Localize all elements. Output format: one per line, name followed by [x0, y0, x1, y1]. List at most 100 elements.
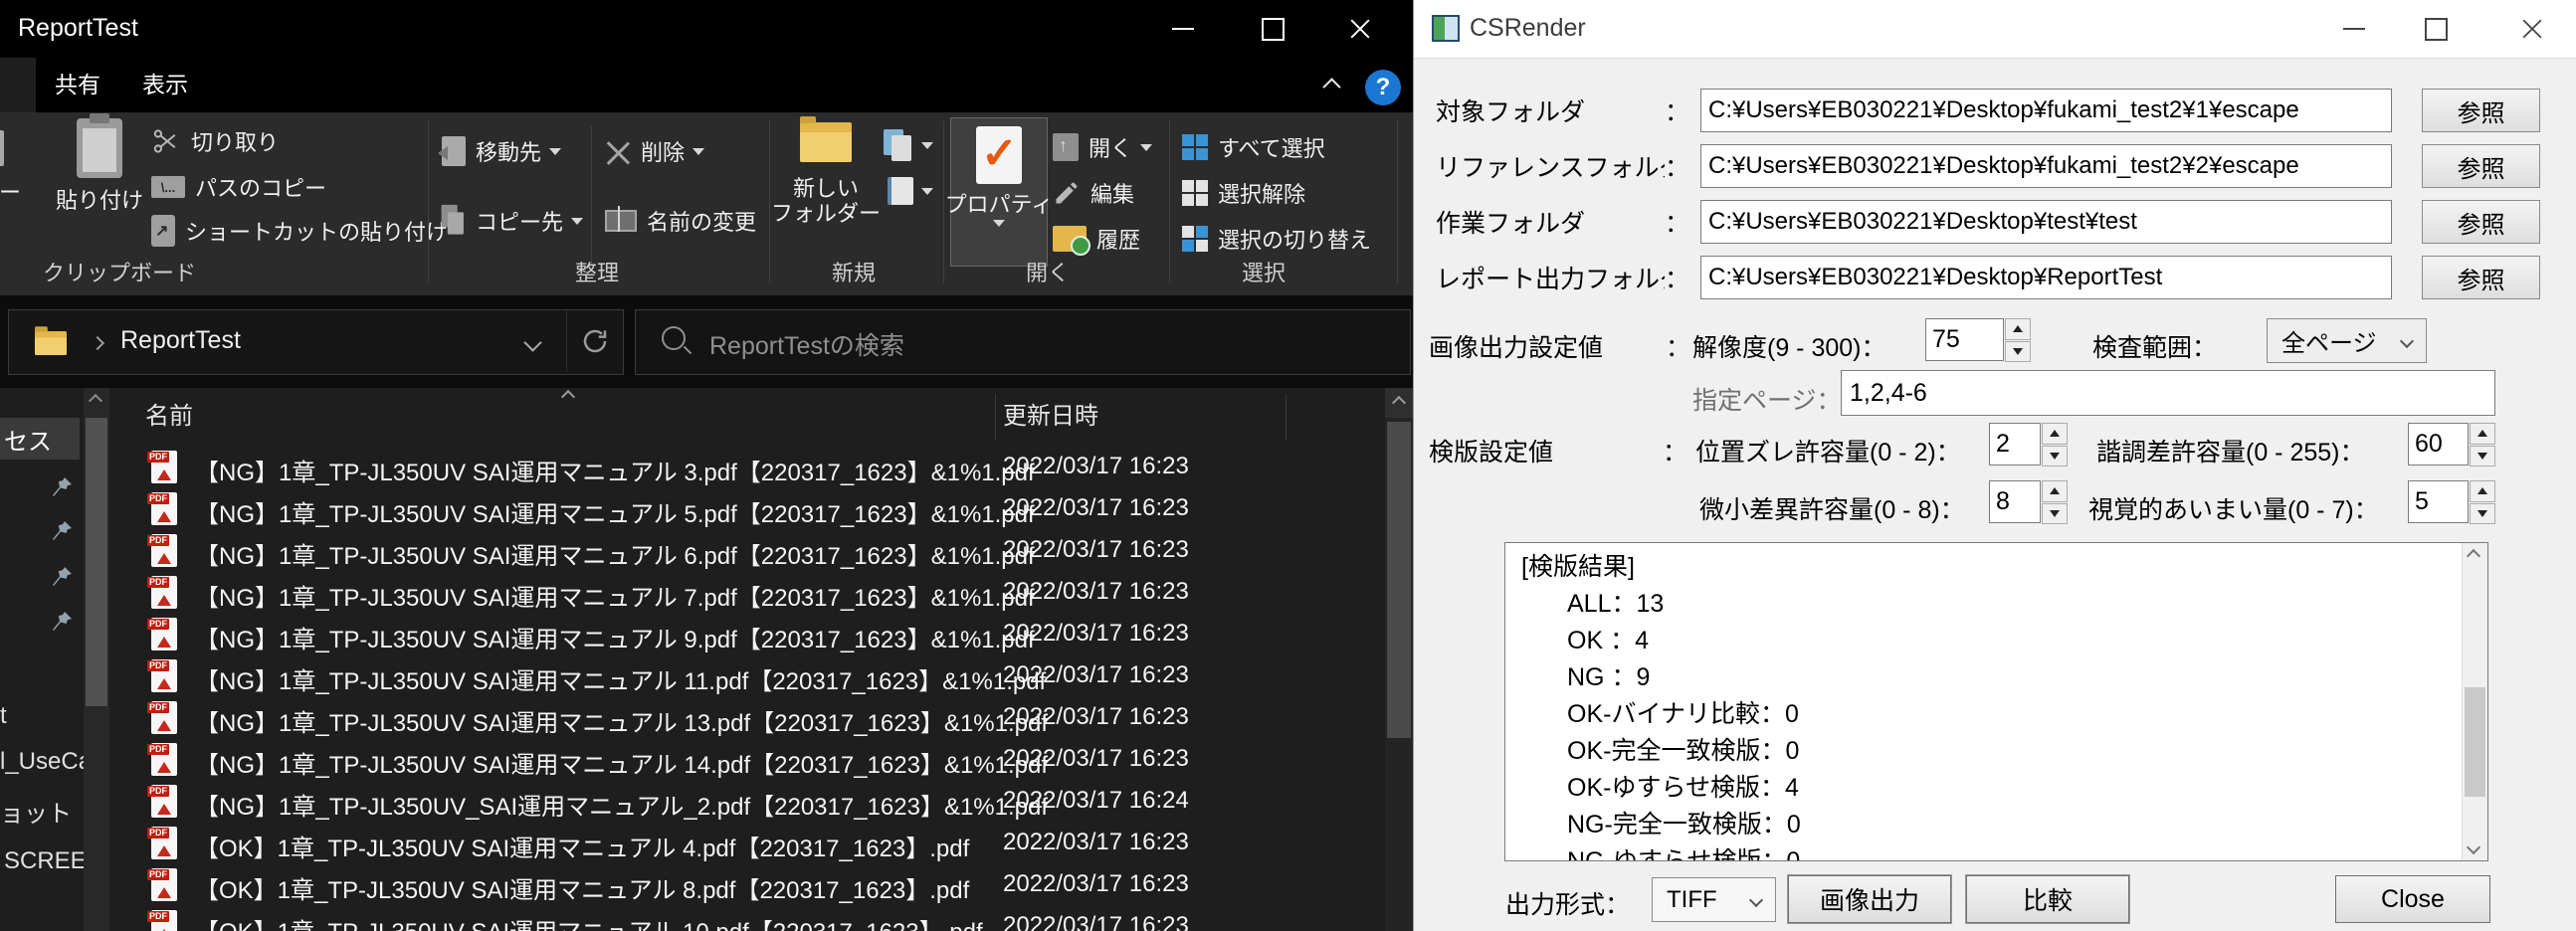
file-list-scrollbar[interactable]	[1385, 388, 1413, 931]
screen: ReportTest 共有 表示 ? コピー 貼り付け	[0, 0, 2576, 931]
tab-share[interactable]: 共有	[34, 58, 121, 112]
scroll-up-button[interactable]	[1385, 388, 1413, 418]
spin-up-button[interactable]	[2470, 423, 2495, 445]
spin-up-button[interactable]	[2042, 480, 2068, 502]
delete-button[interactable]: 削除	[605, 134, 704, 168]
column-separator[interactable]	[1286, 394, 1287, 440]
spin-up-button[interactable]	[2042, 423, 2068, 445]
browse-button[interactable]: 参照	[2422, 256, 2540, 299]
new-folder-button[interactable]: 新しい フォルダー	[774, 122, 878, 268]
dropdown-arrow-icon	[1140, 144, 1152, 151]
micro-diff-tolerance-input[interactable]	[1989, 480, 2041, 523]
browse-button[interactable]: 参照	[2422, 89, 2540, 132]
minimize-button[interactable]	[1144, 0, 1222, 58]
spin-up-button[interactable]	[2470, 480, 2495, 502]
file-name: 【OK】1章_TP-JL350UV SAI運用マニュアル 4.pdf【22031…	[195, 829, 969, 863]
history-button[interactable]: 履歴	[1053, 222, 1140, 256]
move-to-icon	[442, 136, 466, 166]
address-bar[interactable]: ReportTest	[8, 309, 624, 375]
minimize-button[interactable]	[2314, 0, 2394, 58]
compare-button[interactable]: 比較	[1966, 875, 2129, 923]
format-dropdown[interactable]: TIFF	[1652, 877, 1776, 922]
file-row[interactable]: 【NG】1章_TP-JL350UV SAI運用マニュアル 9.pdf【22031…	[0, 613, 1383, 654]
dropdown-arrow-icon	[993, 220, 1005, 227]
address-dropdown-icon[interactable]	[523, 333, 541, 351]
spin-down-button[interactable]	[2005, 341, 2031, 363]
maximize-button[interactable]	[1234, 0, 1311, 58]
edit-button[interactable]: 編集	[1053, 176, 1134, 210]
results-scrollbar[interactable]	[2462, 543, 2487, 860]
pdf-file-icon	[151, 659, 177, 692]
file-row[interactable]: 【NG】1章_TP-JL350UV SAI運用マニュアル 14.pdf【2203…	[0, 738, 1383, 780]
file-row[interactable]: 【OK】1章_TP-JL350UV SAI運用マニュアル 8.pdf【22031…	[0, 863, 1383, 905]
position-tolerance-input[interactable]	[1989, 423, 2041, 466]
colon: ：	[1663, 433, 1687, 468]
open-button[interactable]: 開く	[1053, 130, 1152, 164]
file-row[interactable]: 【NG】1章_TP-JL350UV SAI運用マニュアル 11.pdf【2203…	[0, 654, 1383, 696]
spin-down-button[interactable]	[2042, 503, 2068, 525]
image-output-button[interactable]: 画像出力	[1788, 875, 1951, 923]
search-box[interactable]: ReportTestの検索	[635, 309, 1411, 375]
column-header-name[interactable]: 名前	[145, 388, 193, 446]
scrollbar-thumb[interactable]	[2465, 687, 2485, 797]
folder-path-input[interactable]	[1700, 200, 2392, 244]
file-row[interactable]: 【NG】1章_TP-JL350UV SAI運用マニュアル 3.pdf【22031…	[0, 446, 1383, 487]
scrollbar-thumb[interactable]	[1387, 422, 1411, 738]
cut-button[interactable]: 切り取り	[151, 124, 279, 158]
folder-path-input[interactable]	[1700, 144, 2392, 188]
copy-button[interactable]: コピー	[0, 118, 38, 268]
paste-button[interactable]: 貼り付け	[48, 118, 151, 268]
organize-group-label: 整理	[497, 256, 696, 287]
close-button[interactable]	[2492, 0, 2572, 58]
visual-fuzziness-input[interactable]	[2408, 480, 2469, 523]
open-group-label: 開く	[988, 256, 1107, 287]
maximize-icon	[1262, 18, 1285, 41]
tone-tolerance-input[interactable]	[2408, 423, 2469, 466]
spin-down-button[interactable]	[2470, 446, 2495, 467]
easy-access-button[interactable]	[888, 174, 933, 208]
spin-down-button[interactable]	[2470, 503, 2495, 525]
file-row[interactable]: 【OK】1章_TP-JL350UV SAI運用マニュアル 10.pdf【2203…	[0, 905, 1383, 931]
select-none-button[interactable]: 選択解除	[1182, 176, 1305, 210]
help-button[interactable]: ?	[1365, 70, 1401, 105]
copy-to-button[interactable]: コピー先	[442, 204, 583, 238]
file-row[interactable]: 【NG】1章_TP-JL350UV_SAI運用マニュアル_2.pdf【22031…	[0, 780, 1383, 822]
clipboard-group-label: クリップボード	[10, 256, 229, 287]
refresh-button[interactable]	[566, 310, 623, 372]
select-all-button[interactable]: すべて選択	[1182, 130, 1325, 164]
file-row[interactable]: 【NG】1章_TP-JL350UV SAI運用マニュアル 5.pdf【22031…	[0, 487, 1383, 529]
pages-input[interactable]	[1841, 370, 2495, 416]
close-icon	[1349, 18, 1371, 40]
file-date: 2022/03/17 16:23	[1003, 829, 1189, 856]
folder-path-input[interactable]	[1700, 89, 2392, 132]
rename-button[interactable]: 名前の変更	[605, 204, 756, 238]
browse-button[interactable]: 参照	[2422, 200, 2540, 244]
invert-selection-button[interactable]: 選択の切り替え	[1182, 222, 1371, 256]
column-header-date[interactable]: 更新日時	[1003, 388, 1098, 446]
file-row[interactable]: 【NG】1章_TP-JL350UV SAI運用マニュアル 7.pdf【22031…	[0, 571, 1383, 613]
collapse-ribbon-button[interactable]	[1311, 68, 1351, 105]
move-to-button[interactable]: 移動先	[442, 134, 561, 168]
spin-down-button[interactable]	[2042, 446, 2068, 467]
group-inner-separator	[591, 126, 592, 266]
spin-up-button[interactable]	[2005, 318, 2031, 340]
file-row[interactable]: 【NG】1章_TP-JL350UV SAI運用マニュアル 6.pdf【22031…	[0, 529, 1383, 571]
folder-path-input[interactable]	[1700, 256, 2392, 299]
close-button[interactable]	[1321, 0, 1399, 58]
close-dialog-button[interactable]: Close	[2335, 875, 2490, 923]
properties-button[interactable]: プロパティ	[950, 117, 1048, 267]
new-item-button[interactable]	[884, 128, 933, 162]
new-item-icon	[884, 129, 913, 161]
resolution-input[interactable]	[1925, 318, 2004, 361]
file-row[interactable]: 【NG】1章_TP-JL350UV SAI運用マニュアル 13.pdf【2203…	[0, 696, 1383, 738]
column-separator[interactable]	[995, 394, 996, 440]
browse-button[interactable]: 参照	[2422, 144, 2540, 188]
dropdown-arrow-icon	[693, 148, 704, 155]
scope-dropdown[interactable]: 全ページ	[2267, 318, 2427, 363]
tab-view[interactable]: 表示	[121, 58, 209, 112]
paste-shortcut-button[interactable]: ショートカットの貼り付け	[151, 214, 448, 248]
maximize-button[interactable]	[2396, 0, 2476, 58]
file-row[interactable]: 【OK】1章_TP-JL350UV SAI運用マニュアル 4.pdf【22031…	[0, 822, 1383, 863]
file-tab-stub[interactable]	[0, 58, 36, 112]
copy-path-button[interactable]: \... パスのコピー	[151, 170, 326, 204]
